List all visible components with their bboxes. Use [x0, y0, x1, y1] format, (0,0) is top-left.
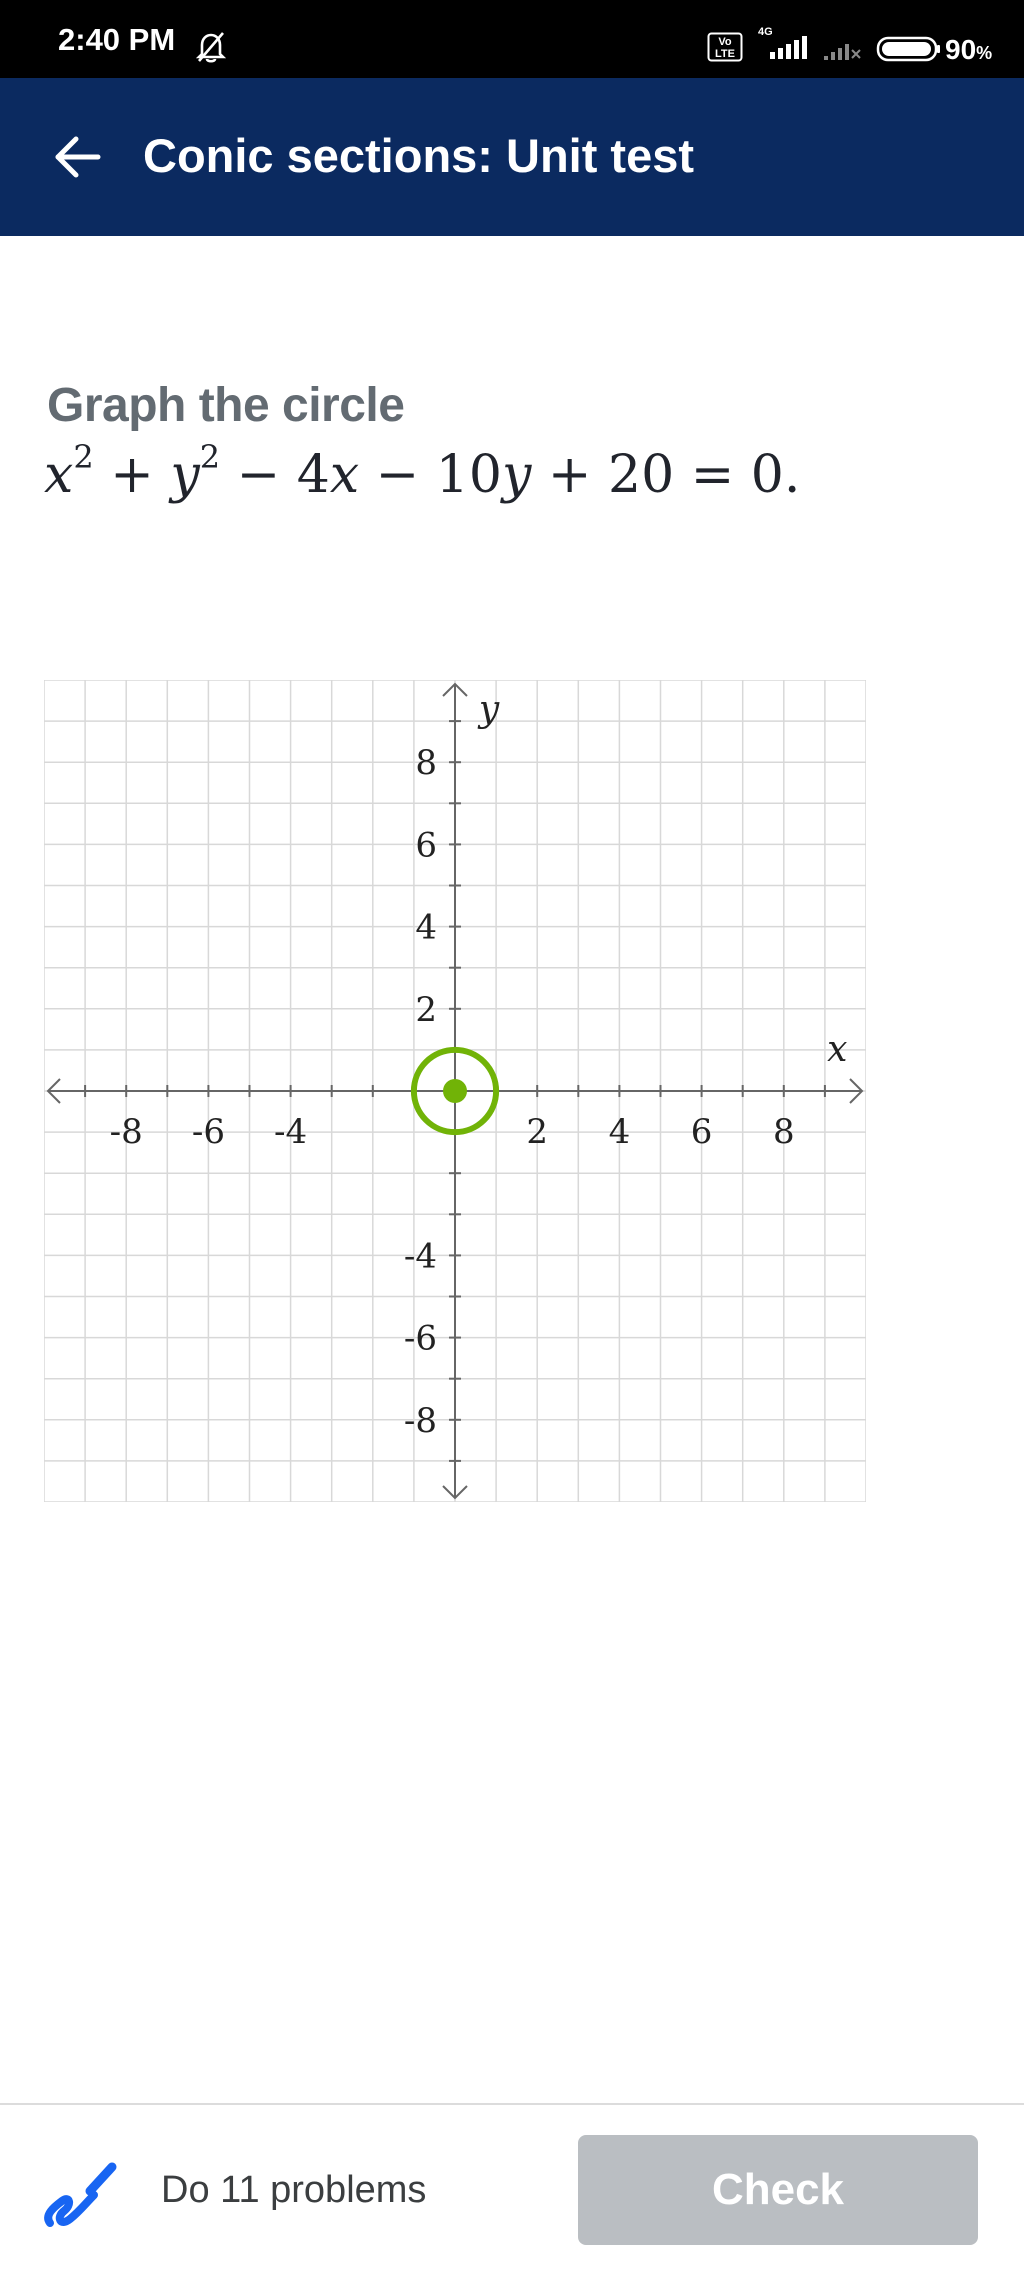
x-tick-label: -6 [192, 1112, 225, 1152]
x-tick-label: 8 [773, 1112, 795, 1152]
signal-icon: 4G [758, 26, 807, 59]
footer-bar: Do 11 problems Check [0, 2103, 1024, 2277]
coordinate-graph[interactable]: -8 -6 -4 2 4 6 8 8 6 4 2 -4 -6 -8 x y [44, 680, 866, 1502]
y-axis-label: y [477, 689, 500, 730]
y-tick-label: 4 [415, 908, 437, 948]
page-title: Conic sections: Unit test [143, 129, 695, 182]
y-tick-label: 8 [415, 743, 437, 783]
x-axis-label: x [827, 1029, 847, 1070]
battery-level: 90% [945, 34, 993, 65]
bell-off-icon [196, 32, 226, 63]
app-header: Conic sections: Unit test [0, 78, 1024, 236]
problems-remaining: Do 11 problems [161, 2169, 427, 2211]
circle-center-point[interactable] [443, 1079, 467, 1103]
x-tick-label: -4 [274, 1112, 307, 1152]
y-tick-label: 2 [415, 990, 437, 1030]
x-tick-label: -8 [110, 1112, 143, 1152]
y-tick-label: 6 [415, 825, 437, 865]
y-tick-label: -6 [404, 1319, 437, 1359]
status-time: 2:40 PM [58, 22, 176, 57]
status-bar: 2:40 PM Vo LTE 4G 90% [0, 0, 1024, 78]
volte-bottom-label: LTE [715, 48, 735, 60]
x-tick-label: 4 [609, 1112, 631, 1152]
arrow-left-icon[interactable] [52, 132, 102, 182]
question-prompt: Graph the circle [47, 379, 405, 432]
battery-icon [876, 36, 940, 62]
y-tick-label: -8 [404, 1401, 437, 1441]
circle-equation: x2 + y2 − 4x − 10y + 20 = 0. [44, 438, 801, 505]
scratchpad-icon[interactable] [42, 2157, 122, 2233]
x-tick-label: 6 [691, 1112, 713, 1152]
x-tick-label: 2 [526, 1112, 548, 1152]
volte-top-label: Vo [718, 36, 732, 48]
check-button[interactable]: Check [578, 2135, 978, 2245]
y-tick-label: -4 [404, 1236, 437, 1276]
signal-no-service-icon [824, 44, 861, 60]
network-type-label: 4G [758, 26, 773, 38]
volte-icon: Vo LTE [707, 32, 743, 62]
